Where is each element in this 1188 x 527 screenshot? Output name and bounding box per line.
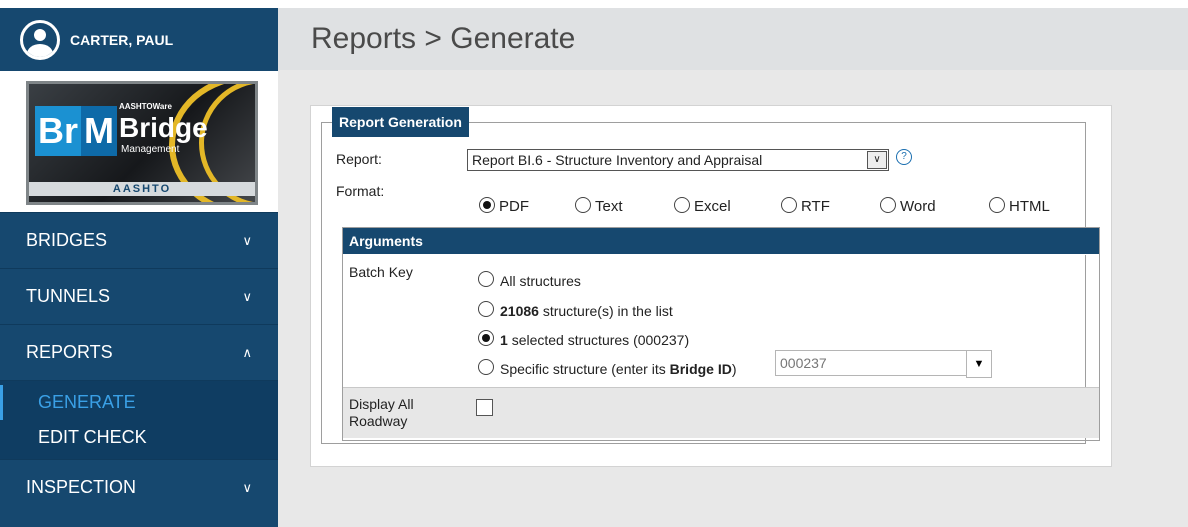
- nav-reports[interactable]: REPORTS ∧: [0, 324, 278, 380]
- report-panel: Report Generation Report: Report BI.6 - …: [310, 105, 1112, 467]
- nav-bridges[interactable]: BRIDGES ∨: [0, 212, 278, 268]
- reports-submenu: GENERATE EDIT CHECK: [0, 380, 278, 459]
- display-all-roadway-label: Display All Roadway: [349, 396, 414, 429]
- nav-inspection[interactable]: INSPECTION ∨: [0, 459, 278, 515]
- logo-area: Br M AASHTOWare Bridge Management AASHTO: [0, 71, 278, 212]
- nav-generate[interactable]: GENERATE: [0, 385, 278, 420]
- format-pdf-label: PDF: [499, 198, 529, 215]
- format-html-label: HTML: [1009, 198, 1050, 215]
- main-content: Reports > Generate Report Generation Rep…: [278, 8, 1188, 527]
- nav-tunnels-label: TUNNELS: [26, 286, 111, 306]
- format-label: Format:: [336, 183, 385, 199]
- report-select-value: Report BI.6 - Structure Inventory and Ap…: [472, 152, 763, 168]
- report-label: Report:: [336, 151, 382, 167]
- batch-key-row: Batch Key All structures 21086 structure…: [343, 254, 1099, 387]
- display-all-roadway-row: Display All Roadway: [343, 387, 1099, 438]
- format-rtf-label: RTF: [801, 198, 830, 215]
- dropdown-arrow-icon[interactable]: ∨: [867, 151, 887, 169]
- nav-edit-check[interactable]: EDIT CHECK: [0, 420, 278, 455]
- nav-reports-label: REPORTS: [26, 342, 113, 362]
- batch-list-label: 21086 structure(s) in the list: [500, 303, 673, 319]
- format-text-label: Text: [595, 198, 623, 215]
- arguments-header: Arguments: [343, 228, 1099, 254]
- batch-list-radio[interactable]: [478, 301, 494, 317]
- bridge-id-input[interactable]: 000237: [775, 350, 967, 376]
- report-generation-fieldset: Report Generation Report: Report BI.6 - …: [321, 107, 1100, 444]
- app-logo: Br M AASHTOWare Bridge Management AASHTO: [26, 81, 258, 205]
- batch-selected-label: 1 selected structures (000237): [500, 332, 690, 348]
- report-generation-legend: Report Generation: [332, 107, 469, 137]
- user-profile[interactable]: CARTER, PAUL: [0, 8, 278, 71]
- nav-inspection-label: INSPECTION: [26, 477, 137, 497]
- arguments-section: Arguments Batch Key All structures 21086…: [342, 227, 1100, 441]
- help-icon[interactable]: ?: [896, 149, 912, 165]
- batch-all-label: All structures: [500, 273, 581, 289]
- chevron-down-icon: ∨: [242, 479, 252, 495]
- batch-all-radio[interactable]: [478, 271, 494, 287]
- user-name: CARTER, PAUL: [70, 31, 174, 48]
- batch-specific-radio[interactable]: [478, 359, 494, 375]
- report-select[interactable]: Report BI.6 - Structure Inventory and Ap…: [467, 149, 889, 171]
- chevron-down-icon: ∨: [242, 288, 252, 304]
- batch-key-label: Batch Key: [349, 264, 413, 280]
- format-pdf-radio[interactable]: [479, 197, 495, 213]
- sidebar: CARTER, PAUL Br M AASHTOWare Bridge Manag…: [0, 8, 278, 527]
- format-html-radio[interactable]: [989, 197, 1005, 213]
- chevron-down-icon: ∨: [242, 232, 252, 248]
- dropdown-arrow-icon[interactable]: ▼: [966, 350, 992, 378]
- avatar: [20, 19, 60, 60]
- batch-specific-label: Specific structure (enter its Bridge ID): [500, 361, 737, 377]
- format-rtf-radio[interactable]: [781, 197, 797, 213]
- format-excel-label: Excel: [694, 198, 731, 215]
- nav-tunnels[interactable]: TUNNELS ∨: [0, 268, 278, 324]
- format-text-radio[interactable]: [575, 197, 591, 213]
- format-word-label: Word: [900, 198, 936, 215]
- nav-bridges-label: BRIDGES: [26, 230, 108, 250]
- format-excel-radio[interactable]: [674, 197, 690, 213]
- page-title: Reports > Generate: [278, 8, 1188, 70]
- display-all-roadway-checkbox[interactable]: [476, 399, 493, 416]
- chevron-up-icon: ∧: [242, 344, 252, 360]
- format-word-radio[interactable]: [880, 197, 896, 213]
- batch-selected-radio[interactable]: [478, 330, 494, 346]
